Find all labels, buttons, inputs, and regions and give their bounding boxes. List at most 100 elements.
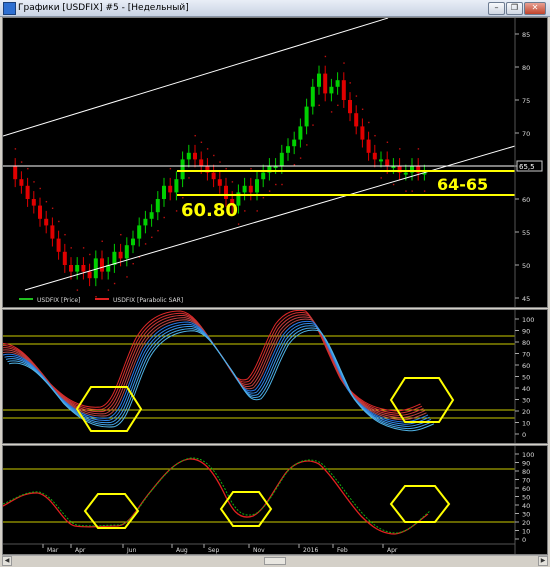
time-axis-label: Apr	[387, 547, 398, 554]
candle-body	[199, 159, 204, 166]
close-button[interactable]: ✕	[524, 2, 546, 15]
sar-dot	[374, 134, 376, 137]
sar-dot	[39, 187, 41, 190]
hexagon-highlight	[219, 491, 273, 527]
candle-body	[279, 152, 284, 166]
sar-dot	[281, 183, 283, 186]
ribbon-line	[0, 309, 421, 412]
stoch-axis-tick-label: 100	[522, 451, 534, 459]
sar-dot	[411, 190, 413, 192]
time-axis-label: Aug	[176, 547, 188, 554]
minimize-button[interactable]: –	[488, 2, 505, 15]
price-chart[interactable]: 64-65 60.80 858075706560555045 65,5 USDF…	[2, 17, 547, 307]
horizontal-scrollbar[interactable]: ◀ ▶	[2, 555, 548, 566]
sar-dot	[250, 167, 252, 170]
sar-dot	[368, 121, 370, 124]
hexagon-highlight	[83, 493, 140, 529]
osc-axis-tick-label: 30	[522, 397, 530, 405]
candle-body	[310, 86, 315, 107]
sar-dot	[275, 183, 277, 186]
sar-dot	[33, 181, 35, 183]
sar-dot	[76, 289, 79, 291]
scroll-right-icon[interactable]: ▶	[538, 556, 548, 566]
sar-dot	[95, 296, 97, 298]
candle-body	[403, 172, 408, 175]
stochastic-panel[interactable]: 100 90 80 70 60 50 40 30 20 10 0 Mar Apr Jun Aug Sep No…	[2, 445, 548, 555]
candle-body	[162, 185, 166, 199]
sar-dot	[324, 55, 327, 58]
sar-dot	[312, 124, 314, 126]
candle-body	[38, 205, 42, 219]
title-bar[interactable]: Графики [USDFIX] #5 - [Недельный] – ❐ ✕	[0, 0, 550, 17]
price-axis-tick-label: 85	[522, 31, 530, 39]
candle-body	[335, 80, 340, 87]
annotation-60-80: 60.80	[181, 200, 238, 221]
candle-body	[131, 238, 135, 246]
oscillator-chart[interactable]: 1009080706050403020100	[0, 309, 547, 443]
stoch-axis-tick-label: 20	[522, 519, 530, 527]
candle-body	[248, 185, 253, 193]
osc-axis-tick-label: 50	[522, 374, 530, 382]
osc-axis-tick-label: 60	[522, 362, 530, 370]
stoch-axis-tick-label: 30	[522, 511, 530, 519]
candle-body	[317, 73, 321, 87]
candle-body	[379, 159, 383, 162]
sar-dot	[64, 233, 66, 236]
sar-dot	[175, 210, 178, 212]
osc-axis-tick-label: 80	[522, 339, 530, 347]
candle-body	[341, 80, 346, 100]
legend-sar-label: USDFIX [Parabolic SAR]	[113, 297, 183, 304]
oscillator-panel[interactable]: 100 90 80 70 60 50 40 30 20 10 0	[0, 309, 548, 444]
restore-button[interactable]: ❐	[506, 2, 523, 15]
ribbon-line	[5, 325, 432, 427]
candle-body	[75, 265, 80, 272]
candle-body	[292, 139, 297, 147]
sar-dot	[188, 177, 190, 179]
candle-body	[366, 139, 371, 153]
sar-dot	[157, 230, 159, 232]
candle-body	[31, 199, 36, 206]
sar-dot	[423, 190, 426, 192]
candle-body	[19, 179, 24, 186]
stoch-axis-tick-label: 10	[522, 528, 530, 536]
time-axis-label: Feb	[337, 547, 348, 554]
candle-body	[385, 159, 390, 166]
scroll-thumb[interactable]	[264, 557, 286, 565]
ribbon-line	[4, 323, 430, 425]
candle-body	[323, 73, 328, 94]
candle-body	[186, 152, 191, 160]
osc-axis-tick-label: 70	[522, 351, 530, 359]
stoch-axis-tick-label: 0	[522, 536, 526, 544]
scroll-left-icon[interactable]: ◀	[2, 556, 12, 566]
candle-body	[211, 172, 216, 180]
osc-axis-tick-label: 0	[522, 431, 526, 439]
sar-dot	[101, 240, 103, 242]
stoch-axis-tick-label: 60	[522, 485, 530, 493]
time-axis-label: 2016	[303, 547, 318, 554]
sar-dot	[45, 200, 48, 203]
candle-body	[137, 225, 142, 239]
candle-body	[224, 185, 228, 199]
candle-body	[255, 179, 259, 193]
sar-dot	[256, 210, 258, 212]
stoch-axis-tick-label: 50	[522, 494, 530, 502]
candle-body	[56, 238, 61, 252]
candle-body	[149, 212, 154, 219]
candle-body	[298, 126, 303, 140]
stochastic-k-line	[2, 458, 429, 535]
stochastic-chart[interactable]: 1009080706050403020100 Mar Apr Jun Aug Sep No…	[2, 446, 547, 554]
candle-body	[286, 146, 290, 153]
sar-dot	[386, 141, 389, 143]
candle-body	[50, 225, 55, 239]
candle-body	[87, 271, 92, 279]
sar-dot	[89, 253, 91, 256]
candle-body	[124, 245, 129, 259]
sar-dot	[144, 243, 147, 245]
sar-dot	[107, 289, 110, 291]
candle-body	[217, 179, 222, 186]
price-chart-panel[interactable]: 64-65 60.80 858075706560555045 65,5 USDF…	[2, 17, 548, 308]
sar-dot	[262, 197, 265, 199]
sar-dot	[126, 276, 128, 278]
candle-body	[348, 100, 352, 114]
sar-dot	[417, 148, 420, 150]
